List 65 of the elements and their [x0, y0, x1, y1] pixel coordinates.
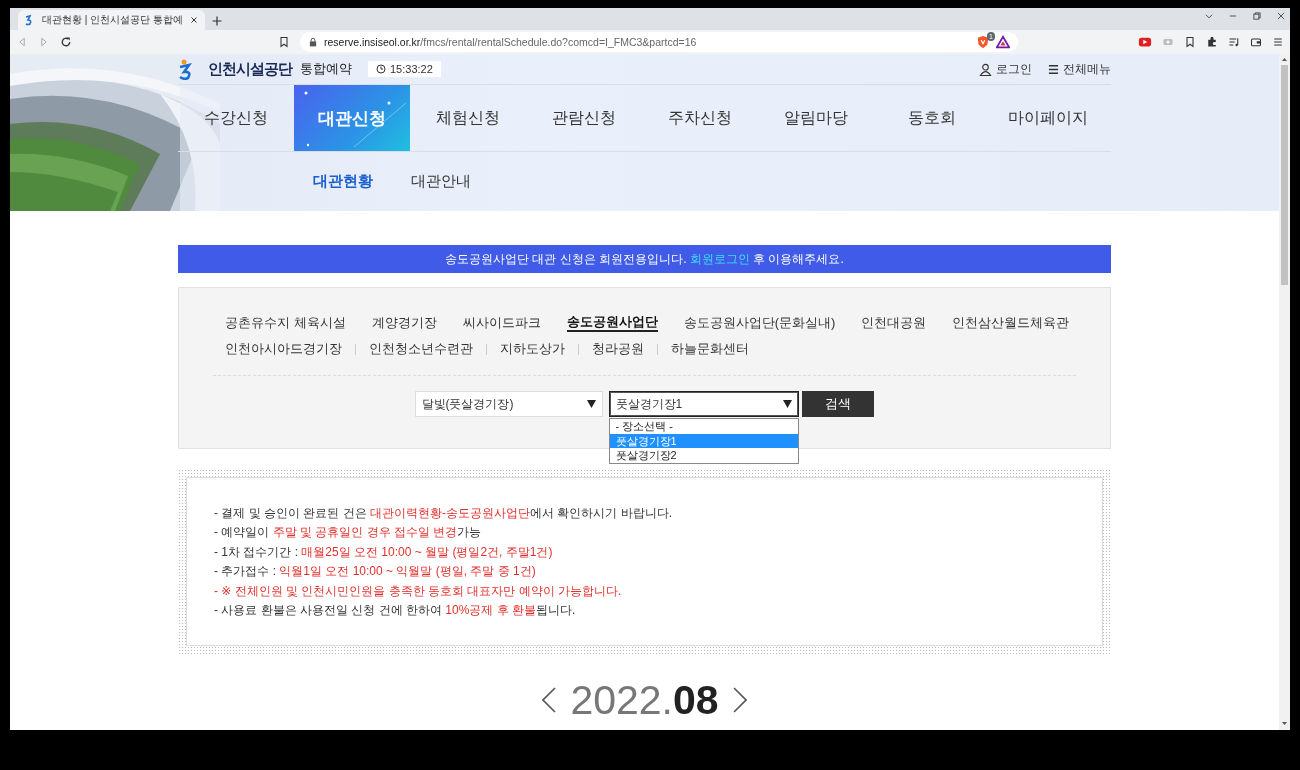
month-title: 2022.08: [570, 676, 719, 724]
notice-text: - 추가접수 : 익월1일 오전 10:00 ~ 익월말 (평일, 주말 중 1건): [214, 563, 537, 581]
clock-display: 15:33:22: [368, 61, 441, 77]
notice-text: - 결제 및 승인이 완료된 건은 대관이력현황-송도공원사업단에서 확인하시기 바랍니다.: [214, 505, 673, 522]
facility-tab[interactable]: 공촌유수지 체육시설: [225, 314, 346, 332]
dropdown-option[interactable]: - 장소선택 -: [609, 419, 798, 434]
facility-tab[interactable]: 계양경기장: [371, 314, 437, 332]
facility-tab[interactable]: 인천대공원: [861, 314, 927, 332]
restore-icon[interactable]: [1252, 11, 1262, 21]
play-icon[interactable]: [1138, 35, 1152, 49]
dropdown-arrow-icon: [782, 400, 792, 408]
menu-icon: [1048, 63, 1059, 75]
person-icon: [979, 62, 992, 76]
login-link[interactable]: 회원로그인: [689, 251, 750, 266]
triangle-icon[interactable]: [996, 35, 1010, 49]
previous-month-icon[interactable]: [542, 687, 557, 713]
menu-icon[interactable]: [1272, 36, 1284, 48]
nav-tab[interactable]: 마이페이지: [990, 85, 1106, 151]
bookmark-icon[interactable]: [278, 36, 290, 48]
notice-text: - 사용료 환불은 사용전일 신청 건에 한하여 10%공제 후 환불됩니다.: [214, 602, 577, 620]
notice-text: - ※ 전체인원 및 인천시민인원을 충족한 동호회 대표자만 예약이 가능합니다.: [214, 582, 623, 600]
bookmark-icon[interactable]: [1184, 36, 1196, 48]
facility-tab[interactable]: 인천아시아드경기장: [225, 340, 342, 358]
reload-icon[interactable]: [60, 36, 72, 48]
facility-tab[interactable]: 송도공원사업단: [566, 314, 658, 332]
clock-icon: [376, 64, 386, 74]
nav-tab[interactable]: 알림마당: [758, 85, 874, 151]
dropdown-arrow-icon: [586, 400, 596, 408]
next-month-icon[interactable]: [732, 687, 747, 713]
chevron-down-icon[interactable]: [1204, 11, 1214, 21]
facility-tab[interactable]: 인천삼산월드체육관: [952, 314, 1070, 332]
login-link[interactable]: 로그인: [979, 60, 1032, 78]
notice-text: - 예약일이 주말 및 공휴일인 경우 접수일 변경가능: [214, 524, 483, 542]
nav-tab[interactable]: 관람신청: [526, 85, 642, 151]
close-icon[interactable]: [188, 15, 199, 25]
nav-tab[interactable]: 체험신청: [410, 85, 526, 151]
playlist-icon[interactable]: [1228, 36, 1240, 48]
select-field[interactable]: 달빛(풋살경기장): [414, 391, 603, 417]
lock-icon[interactable]: [308, 37, 318, 47]
subnav-tab[interactable]: 대관현황: [313, 172, 373, 191]
browser-tab[interactable]: 대관현황 | 인천시설공단 통합예: [18, 10, 205, 30]
facility-tab[interactable]: 씨사이드파크: [462, 314, 541, 332]
nav-tab[interactable]: 수강신청: [178, 85, 294, 151]
close-icon[interactable]: [1276, 11, 1286, 21]
facility-tab[interactable]: 인천청소년수련관: [369, 340, 473, 358]
facility-tab[interactable]: 하늘문화센터: [671, 340, 749, 358]
search-button[interactable]: 검색: [801, 391, 874, 417]
facility-tab[interactable]: 지하도상가: [500, 340, 565, 358]
service-title: 통합예약: [300, 60, 352, 78]
nav-tab[interactable]: 동호회: [874, 85, 990, 151]
logo-text[interactable]: 인천시설공단: [208, 59, 292, 79]
dropdown-option[interactable]: 풋살경기장2: [609, 448, 798, 463]
banner-text: 송도공원사업단 대관 신청은 회원전용입니다. 회원로그인 후 이용해주세요.: [445, 250, 844, 268]
facility-tab[interactable]: 송도공원사업단(문화실내): [683, 314, 836, 332]
all-menu-link[interactable]: 전체메뉴: [1048, 60, 1111, 78]
puzzle-icon[interactable]: [1206, 36, 1218, 48]
select-field[interactable]: 풋살경기장1: [608, 391, 799, 417]
facility-tab[interactable]: 청라공원: [592, 340, 644, 358]
shield-icon[interactable]: [976, 35, 990, 49]
new-tab-icon[interactable]: [210, 15, 223, 27]
subnav-tab[interactable]: 대관안내: [411, 172, 471, 191]
notice-text: - 1차 접수기간 : 매월25일 오전 10:00 ~ 월말 (평일2건, 주말1건): [214, 543, 554, 561]
url-field[interactable]: reserve.insiseol.or.kr/fmcs/rental/rentalSchedule.do?comcd=I_FMC3&partcd=16: [324, 36, 970, 48]
wallet-icon[interactable]: [1250, 36, 1262, 48]
nav-tab[interactable]: 주차신청: [642, 85, 758, 151]
